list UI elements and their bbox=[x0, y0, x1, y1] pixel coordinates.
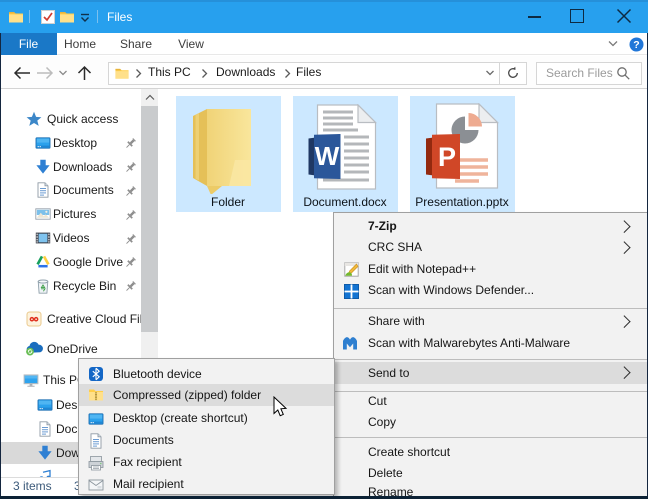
svg-text:?: ? bbox=[633, 39, 639, 51]
svg-text:P: P bbox=[438, 142, 456, 172]
svg-text:W: W bbox=[315, 141, 340, 171]
